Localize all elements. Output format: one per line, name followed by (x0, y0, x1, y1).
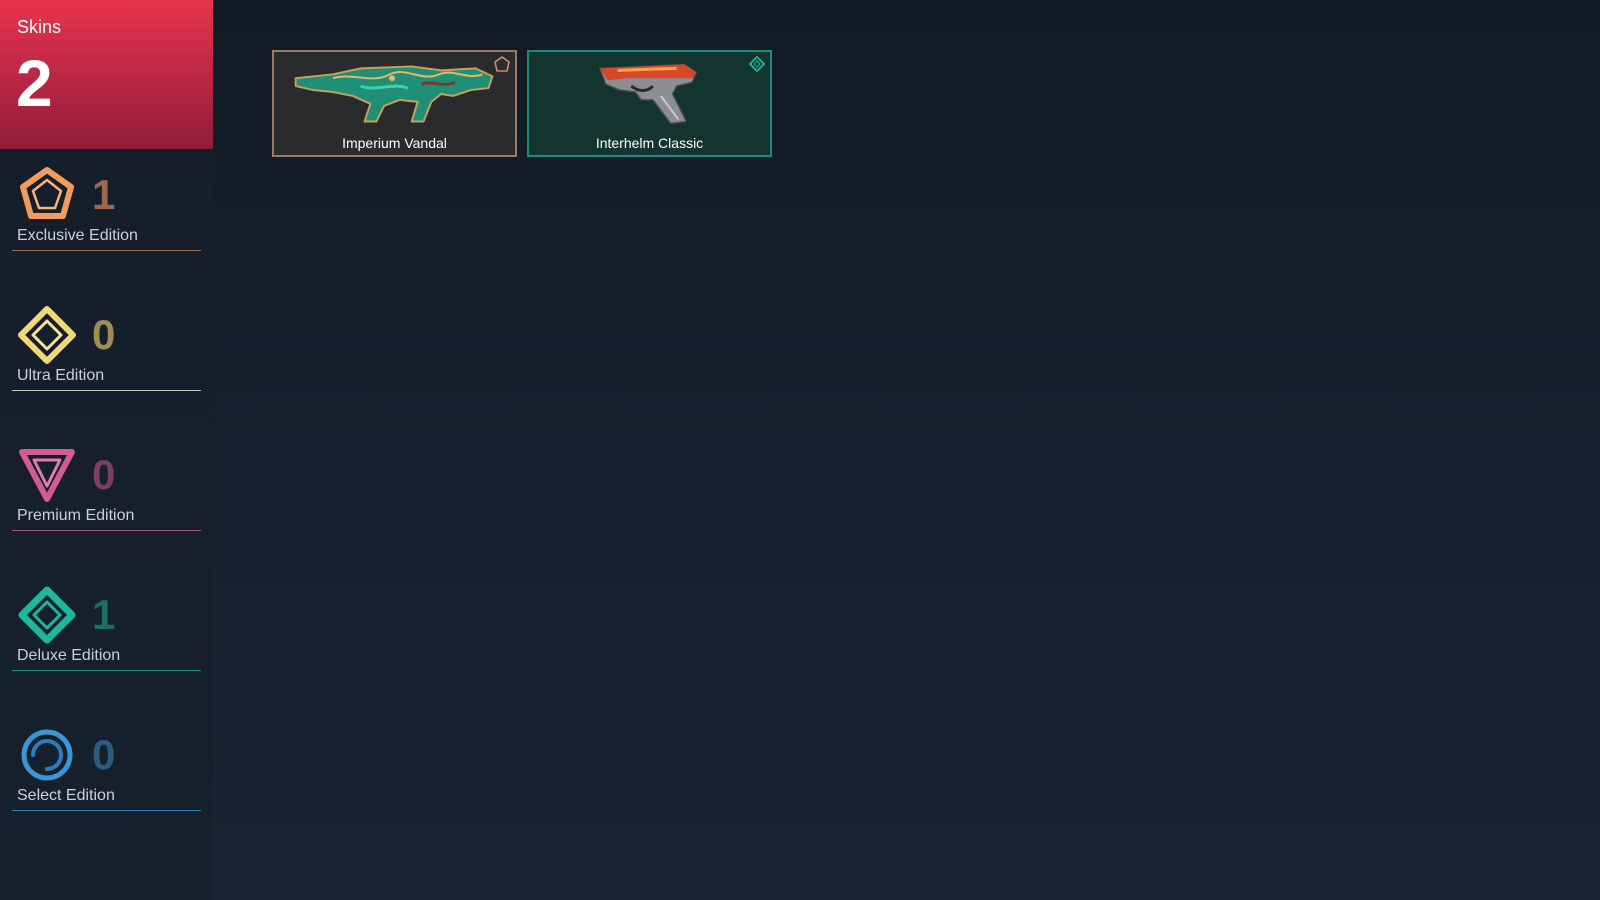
skins-total-count: 2 (16, 46, 53, 120)
premium-edition-label: Premium Edition (17, 507, 135, 524)
classic-pistol-image (529, 56, 770, 128)
edition-sidebar: Skins 2 1 Exclusive Edition 0 Ultra Edit… (0, 0, 213, 900)
skin-card-interhelm-classic[interactable]: Interhelm Classic (527, 50, 772, 157)
tier-premium-edition[interactable]: 0 Premium Edition (12, 446, 201, 546)
skins-label: Skins (17, 17, 62, 37)
deluxe-edition-count: 1 (92, 591, 116, 638)
select-edition-divider (12, 810, 201, 811)
premium-edition-count: 0 (92, 451, 116, 498)
select-edition-icon (18, 726, 76, 784)
deluxe-edition-badge-icon (749, 56, 765, 72)
premium-edition-divider (12, 530, 201, 531)
ultra-edition-label: Ultra Edition (17, 367, 105, 384)
exclusive-edition-icon (18, 166, 76, 224)
ultra-edition-count: 0 (92, 311, 116, 358)
skins-inventory-screen: Skins 2 1 Exclusive Edition 0 Ultra Edit… (0, 0, 1600, 900)
deluxe-edition-divider (12, 670, 201, 671)
skin-name-interhelm-classic: Interhelm Classic (595, 135, 704, 151)
ultra-edition-divider (12, 390, 201, 391)
ultra-edition-icon (18, 306, 76, 364)
exclusive-edition-count: 1 (92, 171, 116, 218)
select-edition-label: Select Edition (17, 787, 115, 804)
deluxe-edition-label: Deluxe Edition (17, 647, 121, 664)
exclusive-edition-badge-icon (494, 56, 510, 72)
select-edition-count: 0 (92, 731, 116, 778)
skin-card-imperium-vandal[interactable]: Imperium Vandal (272, 50, 517, 157)
exclusive-edition-divider (12, 250, 201, 251)
skin-name-imperium-vandal: Imperium Vandal (342, 135, 447, 151)
tier-ultra-edition[interactable]: 0 Ultra Edition (12, 306, 201, 406)
tier-select-edition[interactable]: 0 Select Edition (12, 726, 201, 826)
premium-edition-icon (18, 446, 76, 504)
skins-total-card: Skins 2 (0, 0, 213, 149)
tier-deluxe-edition[interactable]: 1 Deluxe Edition (12, 586, 201, 686)
deluxe-edition-icon (18, 586, 76, 644)
vandal-rifle-image (274, 56, 515, 128)
tier-exclusive-edition[interactable]: 1 Exclusive Edition (12, 166, 201, 266)
exclusive-edition-label: Exclusive Edition (17, 227, 138, 244)
